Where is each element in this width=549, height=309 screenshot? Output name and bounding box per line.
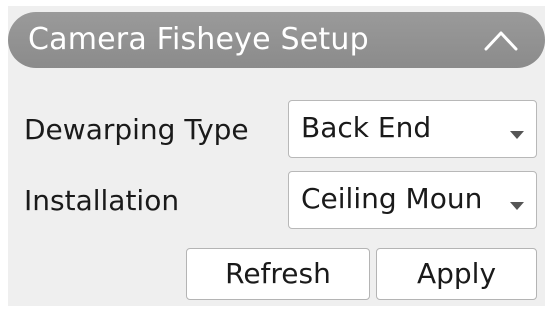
dewarping-type-label: Dewarping Type bbox=[24, 113, 249, 146]
installation-value: Ceiling Moun bbox=[301, 182, 483, 215]
dropdown-arrow-icon bbox=[510, 196, 524, 210]
apply-button[interactable]: Apply bbox=[376, 248, 537, 300]
refresh-button[interactable]: Refresh bbox=[186, 248, 370, 300]
dewarping-type-value: Back End bbox=[301, 111, 432, 144]
panel-title: Camera Fisheye Setup bbox=[28, 22, 369, 57]
installation-select[interactable]: Ceiling Moun bbox=[288, 171, 537, 229]
dropdown-arrow-icon bbox=[510, 125, 524, 139]
panel-header[interactable]: Camera Fisheye Setup bbox=[8, 12, 545, 68]
fisheye-setup-panel: Camera Fisheye Setup Dewarping Type Back… bbox=[8, 6, 545, 306]
dewarping-type-select[interactable]: Back End bbox=[288, 100, 537, 158]
installation-label: Installation bbox=[24, 184, 180, 217]
chevron-up-icon[interactable] bbox=[483, 28, 519, 52]
